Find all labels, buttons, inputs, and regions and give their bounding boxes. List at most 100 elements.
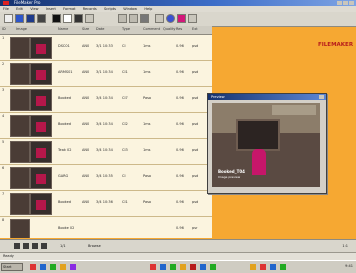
col-id[interactable]: ID	[2, 27, 6, 31]
col-quality[interactable]: Quality	[163, 27, 176, 31]
cell-comment[interactable]: 1ms	[143, 148, 150, 152]
new-icon[interactable]	[4, 14, 13, 23]
last-record-icon[interactable]	[41, 243, 47, 249]
table-row[interactable]: 5 Teak 02 AN0 3/4 10:34 CI3 1ms 0.96 psd	[0, 138, 212, 165]
cut-icon[interactable]	[52, 14, 61, 23]
print-icon[interactable]	[37, 14, 46, 23]
col-comment[interactable]: Comment	[143, 27, 160, 31]
zoom-level[interactable]: 1:1	[342, 244, 348, 248]
row-thumbnail[interactable]	[10, 219, 30, 238]
close-icon[interactable]	[319, 95, 324, 99]
cell-comment[interactable]: 1ms	[143, 122, 150, 126]
cell-res[interactable]: 0.96	[176, 174, 184, 178]
row-image[interactable]	[30, 37, 52, 59]
row-image[interactable]	[30, 141, 52, 163]
col-type[interactable]: Type	[122, 27, 130, 31]
preview-window[interactable]: Preview Booked_T04 Image preview	[207, 93, 327, 194]
cell-comment[interactable]: Paso	[143, 174, 151, 178]
start-button[interactable]: Start	[1, 263, 23, 271]
row-thumbnail[interactable]	[10, 89, 30, 111]
open-icon[interactable]	[15, 14, 24, 23]
tray-icon-3[interactable]	[170, 264, 176, 270]
preview-icon[interactable]	[177, 14, 186, 23]
row-thumbnail[interactable]	[10, 193, 30, 215]
tray-icon-6[interactable]	[200, 264, 206, 270]
cell-size[interactable]: AN0	[82, 148, 89, 152]
cell-size[interactable]: AN0	[82, 174, 89, 178]
cell-date[interactable]: 3/4 10:34	[96, 148, 113, 152]
cell-type[interactable]: CI2	[122, 122, 128, 126]
col-res[interactable]: Res	[176, 27, 182, 31]
row-thumbnail[interactable]	[10, 37, 30, 59]
cell-size[interactable]: AN0	[82, 70, 89, 74]
col-name[interactable]: Name	[58, 27, 68, 31]
cell-type[interactable]: CI	[122, 174, 125, 178]
row-image[interactable]	[30, 167, 52, 189]
prev-record-icon[interactable]	[23, 243, 29, 249]
cell-date[interactable]: 3/4 10:34	[96, 122, 113, 126]
cell-res[interactable]: 0.96	[176, 226, 184, 230]
tray-icon-10[interactable]	[270, 264, 276, 270]
tray-icon-11[interactable]	[280, 264, 286, 270]
close-button[interactable]	[349, 1, 354, 5]
minimize-button[interactable]	[337, 1, 342, 5]
help-icon[interactable]	[166, 14, 175, 23]
cell-date[interactable]: 3/4 10:34	[96, 96, 113, 100]
tray-icon-2[interactable]	[160, 264, 166, 270]
cell-ext[interactable]: psd	[192, 174, 198, 178]
cell-type[interactable]: CI3	[122, 148, 128, 152]
cell-ext[interactable]: psd	[192, 96, 198, 100]
app-icon-4[interactable]	[60, 264, 66, 270]
cell-res[interactable]: 0.96	[176, 200, 184, 204]
tray-icon-1[interactable]	[150, 264, 156, 270]
cell-name[interactable]: ARMS01	[58, 70, 73, 74]
tray-icon-7[interactable]	[210, 264, 216, 270]
cell-date[interactable]: 3/1 10:34	[96, 70, 113, 74]
col-size[interactable]: Size	[82, 27, 89, 31]
row-image[interactable]	[30, 63, 52, 85]
mode-label[interactable]: Browse	[88, 244, 101, 248]
row-thumbnail[interactable]	[10, 63, 30, 85]
cell-size[interactable]: AN0	[82, 122, 89, 126]
cell-res[interactable]: 0.96	[176, 70, 184, 74]
col-ext[interactable]: Ext	[192, 27, 198, 31]
table-row[interactable]: 7 Booked AN0 3/4 10:36 CI1 Paso 0.96 psd	[0, 190, 212, 217]
cell-res[interactable]: 0.96	[176, 122, 184, 126]
cell-size[interactable]: AN0	[82, 96, 89, 100]
tray-icon-5[interactable]	[190, 264, 196, 270]
cell-name[interactable]: Booked	[58, 122, 71, 126]
cell-size[interactable]: AN0	[82, 44, 89, 48]
cell-res[interactable]: 0.96	[176, 44, 184, 48]
cell-date[interactable]: 3/4 10:35	[96, 174, 113, 178]
table-row[interactable]: 6 GARG AN0 3/4 10:35 CI Paso 0.96 psd	[0, 164, 212, 191]
first-record-icon[interactable]	[14, 243, 20, 249]
cell-comment[interactable]: Paso	[143, 96, 151, 100]
cell-type[interactable]: CI	[122, 44, 125, 48]
row-image[interactable]	[30, 193, 52, 215]
row-image[interactable]	[30, 89, 52, 111]
next-record-icon[interactable]	[32, 243, 38, 249]
cell-type[interactable]: CI1	[122, 200, 128, 204]
cell-name[interactable]: Booked	[58, 96, 71, 100]
col-date[interactable]: Date	[96, 27, 104, 31]
cell-name[interactable]: Booked	[58, 200, 71, 204]
find-icon[interactable]	[129, 14, 138, 23]
cell-comment[interactable]: Paso	[143, 200, 151, 204]
cell-type[interactable]: CI1	[122, 70, 128, 74]
cell-comment[interactable]: 1ms	[143, 70, 150, 74]
row-image[interactable]	[30, 115, 52, 137]
col-image[interactable]: Image	[16, 27, 27, 31]
tray-icon-9[interactable]	[260, 264, 266, 270]
save-icon[interactable]	[26, 14, 35, 23]
copy-icon[interactable]	[63, 14, 72, 23]
table-row[interactable]: 3 Booked AN0 3/4 10:34 CI7 Paso 0.96 psd	[0, 86, 212, 113]
cell-name[interactable]: DSC01	[58, 44, 70, 48]
cell-ext[interactable]: psd	[192, 200, 198, 204]
table-row[interactable]: 2 ARMS01 AN0 3/1 10:34 CI1 1ms 0.96 psd	[0, 60, 212, 87]
layout-icon[interactable]	[140, 14, 149, 23]
cell-comment[interactable]: 1ms	[143, 44, 150, 48]
row-thumbnail[interactable]	[10, 141, 30, 163]
cell-type[interactable]: CI7	[122, 96, 128, 100]
cell-res[interactable]: 0.96	[176, 148, 184, 152]
cell-date[interactable]: 3/1 10:33	[96, 44, 113, 48]
